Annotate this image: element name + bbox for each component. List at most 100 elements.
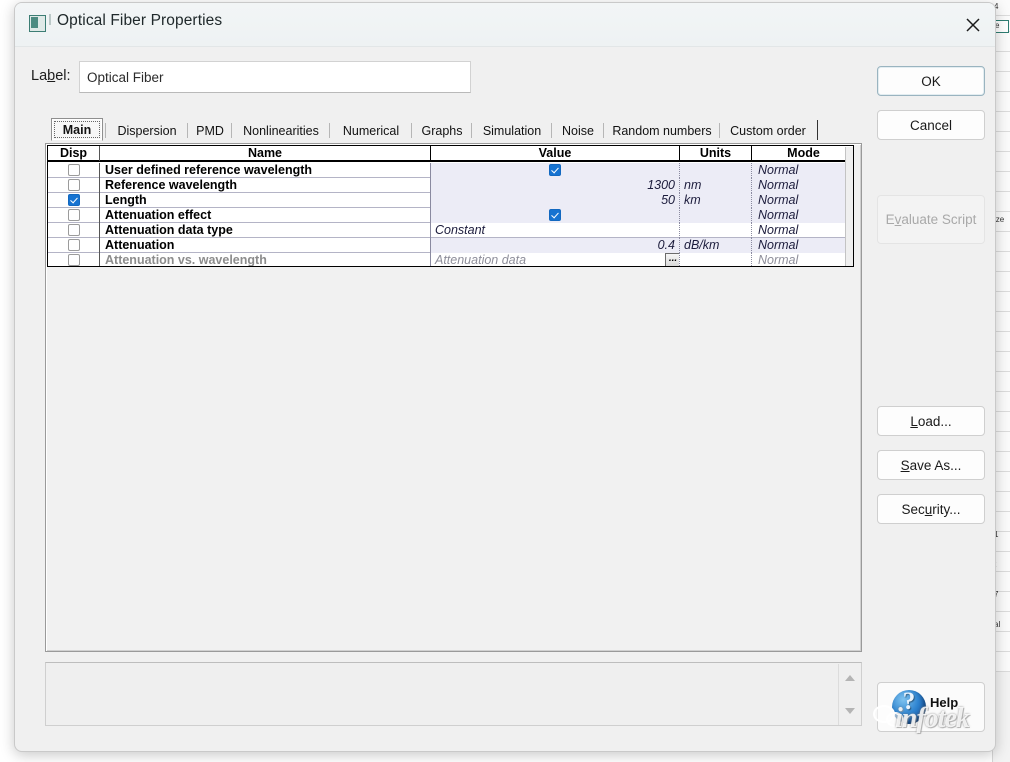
disp-cell[interactable] [48, 163, 100, 178]
evaluate-script-post: aluate Script [901, 212, 977, 227]
disp-cell[interactable] [48, 208, 100, 223]
ok-button[interactable]: OK [877, 66, 985, 96]
tab-nonlinearities[interactable]: Nonlinearities [233, 120, 329, 141]
table-row[interactable]: Attenuation vs. wavelength Attenuation d… [48, 253, 853, 267]
disp-cell[interactable] [48, 193, 100, 208]
tab-noise[interactable]: Noise [553, 120, 603, 141]
column-header-name[interactable]: Name [100, 146, 431, 161]
background-cell-label: e [994, 20, 1009, 33]
column-header-mode[interactable]: Mode [752, 146, 853, 161]
label-input[interactable] [79, 61, 471, 93]
units-cell [680, 163, 752, 178]
table-row[interactable]: Attenuation data type Constant Normal [48, 223, 853, 238]
cancel-button[interactable]: Cancel [877, 110, 985, 140]
value-checkbox[interactable] [549, 209, 561, 221]
mode-cell[interactable]: Normal [752, 208, 853, 223]
disp-checkbox[interactable] [68, 254, 80, 266]
save-as-post: ave As... [909, 457, 962, 473]
value-text: Attenuation data [435, 253, 527, 267]
tab-numerical[interactable]: Numerical [331, 120, 411, 141]
evaluate-script-button[interactable]: Ev aluate Script [877, 195, 985, 244]
units-cell: dB/km [680, 238, 752, 253]
units-cell: km [680, 193, 752, 208]
disp-cell[interactable] [48, 178, 100, 193]
tab-main[interactable]: Main [51, 118, 103, 141]
help-button[interactable]: ? Help [877, 682, 985, 732]
triangle-up-icon[interactable] [845, 675, 855, 681]
disp-cell[interactable] [48, 253, 100, 266]
tab-dispersion[interactable]: Dispersion [107, 120, 187, 141]
tab-graphs[interactable]: Graphs [413, 120, 471, 141]
disp-checkbox[interactable] [68, 194, 80, 206]
units-cell [680, 253, 752, 266]
background-cell-label: 1 [994, 530, 999, 539]
column-header-units[interactable]: Units [680, 146, 752, 161]
mode-cell[interactable]: Normal [752, 163, 853, 178]
tab-separator [719, 123, 720, 138]
value-cell[interactable] [431, 208, 680, 223]
units-cell [680, 223, 752, 238]
disp-cell[interactable] [48, 223, 100, 238]
tab-separator [231, 123, 232, 138]
mode-cell[interactable]: Normal [752, 193, 853, 208]
property-name: Attenuation effect [100, 208, 431, 223]
disp-checkbox[interactable] [68, 179, 80, 191]
description-scroll-spinner[interactable] [838, 664, 860, 725]
tab-simulation[interactable]: Simulation [473, 120, 551, 141]
close-icon[interactable] [949, 3, 995, 46]
table-row[interactable]: Reference wavelength 1300 nm Normal [48, 178, 853, 193]
mode-cell[interactable]: Normal [752, 238, 853, 253]
mode-cell[interactable]: Normal [752, 178, 853, 193]
disp-checkbox[interactable] [68, 164, 80, 176]
property-name: Attenuation vs. wavelength [100, 253, 431, 266]
security-pre: Sec [901, 501, 925, 517]
table-row[interactable]: Length 50 km Normal [48, 193, 853, 208]
background-cell-label: 4 [994, 2, 999, 11]
units-cell: nm [680, 178, 752, 193]
value-cell[interactable]: 50 [431, 193, 680, 208]
grid-vertical-scrollbar[interactable] [845, 147, 853, 266]
label-caption-post: el: [55, 68, 71, 84]
tab-custom-order[interactable]: Custom order [721, 120, 815, 141]
value-checkbox[interactable] [549, 164, 561, 176]
background-cell-label: ize [994, 215, 1005, 224]
column-header-disp[interactable]: Disp [48, 146, 100, 161]
properties-grid: Disp Name Value Units Mode User defined … [47, 145, 854, 267]
column-header-value[interactable]: Value [431, 146, 680, 161]
save-as-button[interactable]: Save As... [877, 450, 985, 480]
table-row[interactable]: User defined reference wavelength Normal [48, 163, 853, 178]
load-button[interactable]: Load... [877, 406, 985, 436]
value-text: 50 [661, 193, 675, 207]
security-accel: u [924, 501, 933, 517]
browse-button[interactable]: ... [665, 253, 679, 266]
table-row[interactable]: Attenuation 0.4 dB/km Normal [48, 238, 853, 253]
value-cell[interactable]: Constant [431, 223, 680, 238]
tab-pmd[interactable]: PMD [189, 120, 231, 141]
window-title: Optical Fiber Properties [57, 12, 223, 29]
label-caption-accel: b [47, 68, 56, 84]
save-as-accel: S [900, 457, 910, 473]
table-row[interactable]: Attenuation effect Normal [48, 208, 853, 223]
triangle-down-icon[interactable] [845, 708, 855, 714]
value-cell[interactable]: 0.4 [431, 238, 680, 253]
title-bar: Optical Fiber Properties [15, 3, 995, 47]
mode-cell[interactable]: Normal [752, 253, 853, 266]
value-text: 1300 [647, 178, 675, 192]
disp-cell[interactable] [48, 238, 100, 253]
tab-strip-end-marker [817, 120, 818, 140]
load-post: oad... [917, 413, 952, 429]
title-icon-divider [49, 14, 51, 25]
disp-checkbox[interactable] [68, 239, 80, 251]
mode-cell[interactable]: Normal [752, 223, 853, 238]
disp-checkbox[interactable] [68, 224, 80, 236]
value-cell[interactable]: 1300 [431, 178, 680, 193]
tab-separator [105, 123, 106, 138]
tab-random-numbers[interactable]: Random numbers [605, 120, 719, 141]
value-cell[interactable] [431, 163, 680, 178]
property-name: User defined reference wavelength [100, 163, 431, 178]
disp-checkbox[interactable] [68, 209, 80, 221]
value-cell[interactable]: Attenuation data ... [431, 253, 680, 267]
component-icon [29, 15, 46, 32]
security-button[interactable]: Sec u rity... [877, 494, 985, 524]
property-name: Length [100, 193, 431, 208]
